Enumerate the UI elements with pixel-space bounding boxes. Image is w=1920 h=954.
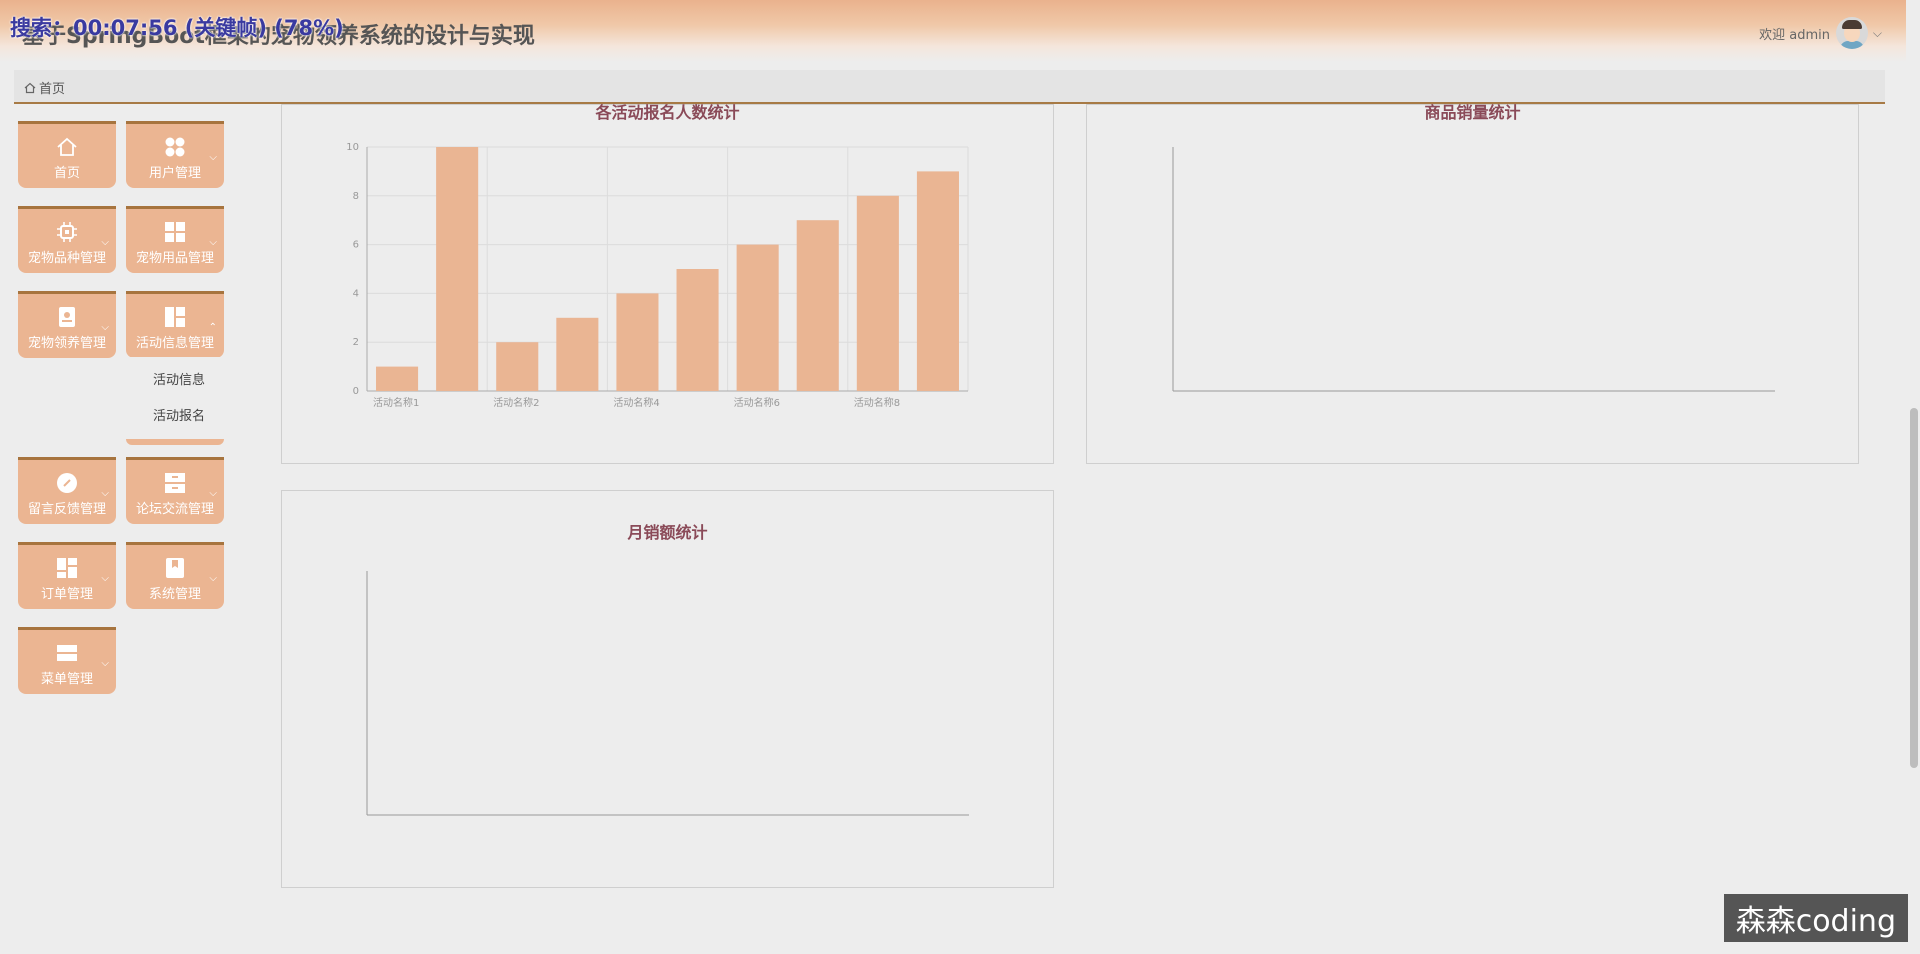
chevron-down-icon: ⌵ (101, 658, 109, 669)
chevron-down-icon: ⌵ (209, 573, 217, 584)
activity-chart-panel: 各活动报名人数统计 0 2 4 6 8 10 活动名称1 活动名称2 活动名称4 活动名称6 活动名… (281, 103, 1054, 464)
goods-empty-chart (1172, 147, 1775, 392)
sidebar-item-users[interactable]: 用户管理 ⌵ (126, 121, 224, 188)
sidebar-item-pet-adoption[interactable]: 宠物领养管理 ⌵ (18, 291, 116, 358)
sidebar-item-label: 论坛交流管理 (135, 502, 214, 517)
sidebar-item-label: 宠物品种管理 (27, 251, 106, 266)
bar (856, 195, 899, 391)
bar (436, 147, 479, 391)
bar (496, 342, 539, 391)
sidebar-item-menu[interactable]: 菜单管理 ⌵ (18, 627, 116, 694)
sidebar-item-forum[interactable]: 论坛交流管理 ⌵ (126, 457, 224, 524)
welcome-text: 欢迎 admin (1759, 28, 1830, 43)
chevron-down-icon[interactable]: ⌵ (1873, 26, 1882, 41)
activity-bar-chart: 0 2 4 6 8 10 活动名称1 活动名称2 活动名称4 活动名称6 活动名称8 (346, 142, 969, 409)
top-header: 基于SpringBoot框架的宠物领养系统的设计与实现 搜索：00:07:56 … (0, 0, 1920, 62)
goods-chart-panel: 商品销量统计 (1086, 103, 1859, 464)
bookmark-icon (166, 558, 184, 578)
chip-icon (57, 222, 77, 242)
y-tick-label: 4 (353, 288, 359, 299)
chevron-up-icon: ⌃ (208, 322, 217, 333)
chevron-down-icon: ⌵ (101, 573, 109, 584)
submenu-item-activity-info[interactable]: 活动信息 (153, 369, 205, 388)
sidebar-item-label: 用户管理 (148, 166, 201, 181)
sidebar-item-label: 订单管理 (40, 587, 93, 602)
breadcrumb-home-label: 首页 (39, 82, 66, 97)
activity-submenu: 活动信息 活动报名 (126, 357, 224, 445)
watermark: 森森coding (1723, 894, 1908, 942)
chevron-down-icon: ⌵ (209, 237, 217, 248)
submenu-item-activity-signup[interactable]: 活动报名 (153, 405, 205, 424)
sidebar-item-label: 留言反馈管理 (27, 502, 106, 517)
page-scrollbar[interactable] (1906, 0, 1920, 954)
chevron-down-icon: ⌵ (101, 237, 109, 248)
x-tick-label: 活动名称1 (373, 396, 419, 409)
sidebar-item-label: 系统管理 (148, 587, 201, 602)
chevron-down-icon: ⌵ (209, 488, 217, 499)
x-tick-label: 活动名称4 (613, 396, 659, 409)
contact-book-icon (59, 307, 75, 327)
y-tick-label: 6 (353, 240, 359, 251)
compass-icon (57, 473, 77, 493)
menu-icon (57, 645, 77, 661)
home-icon (24, 82, 36, 93)
bar (616, 293, 659, 391)
dashboard-icon (57, 558, 77, 578)
sidebar-item-pet-supplies[interactable]: 宠物用品管理 ⌵ (126, 206, 224, 273)
sidebar-item-label: 菜单管理 (40, 672, 93, 687)
layout-icon (165, 307, 185, 327)
sidebar-item-orders[interactable]: 订单管理 ⌵ (18, 542, 116, 609)
bar (376, 366, 419, 391)
breadcrumb-home[interactable]: 首页 (24, 78, 65, 97)
x-tick-label: 活动名称2 (493, 396, 539, 409)
home-icon (57, 137, 77, 156)
avatar[interactable] (1836, 17, 1868, 49)
bar (676, 269, 719, 391)
bar (556, 317, 599, 391)
x-tick-label: 活动名称8 (854, 396, 900, 409)
y-tick-label: 10 (346, 142, 359, 153)
x-tick-label: 活动名称6 (734, 396, 780, 409)
sidebar-item-activity-info[interactable]: 活动信息管理 ⌃ (126, 291, 224, 358)
bar (916, 171, 959, 391)
monthly-empty-chart (366, 571, 969, 816)
y-tick-label: 8 (353, 191, 359, 202)
grid-squares-icon (165, 222, 185, 242)
y-tick-label: 0 (353, 386, 359, 397)
sidebar-item-label: 宠物领养管理 (27, 336, 106, 351)
sidebar-item-feedback[interactable]: 留言反馈管理 ⌵ (18, 457, 116, 524)
chevron-down-icon: ⌵ (209, 152, 217, 163)
sidebar-item-home[interactable]: 首页 (18, 121, 116, 188)
sidebar-item-label: 活动信息管理 (135, 336, 214, 351)
grid-circles-icon (165, 137, 185, 157)
chevron-down-icon: ⌵ (101, 488, 109, 499)
y-tick-label: 2 (353, 337, 359, 348)
sidebar-item-system[interactable]: 系统管理 ⌵ (126, 542, 224, 609)
sidebar-item-label: 宠物用品管理 (135, 251, 214, 266)
bar (796, 220, 839, 391)
video-search-overlay: 搜索：00:07:56 (关键帧) (78%) (10, 16, 344, 40)
sidebar-item-pet-breed[interactable]: 宠物品种管理 ⌵ (18, 206, 116, 273)
cabinet-icon (165, 473, 185, 493)
sidebar-item-label: 首页 (53, 166, 80, 181)
bar (736, 244, 779, 391)
scrollbar-thumb[interactable] (1910, 408, 1918, 768)
chevron-down-icon: ⌵ (101, 322, 109, 333)
monthly-chart-panel: 月销额统计 (281, 490, 1054, 888)
